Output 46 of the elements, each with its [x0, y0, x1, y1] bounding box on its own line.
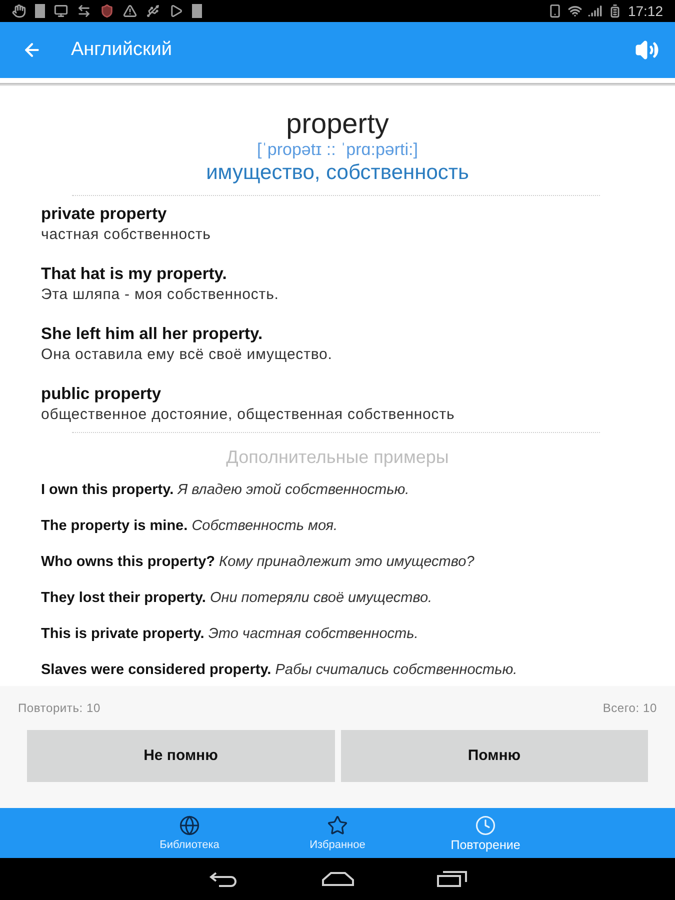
speaker-icon[interactable] — [635, 38, 659, 62]
phrase-translation: общественное достояние, общественная собственность — [41, 406, 456, 424]
example-sentence: Slaves were considered property. Рабы считались собственностью. — [41, 661, 518, 679]
transcription: [ˈpropətɪ :: ˈprɑ:pərti:] — [256, 140, 418, 160]
remember-button[interactable]: Помню — [340, 730, 648, 782]
phrase-text: public property — [41, 384, 162, 404]
phrase-translation: Эта шляпа - моя собственность. — [41, 286, 280, 304]
total-count: Всего: 10 — [602, 701, 657, 715]
example-sentence: This is private property. Это частная собственность. — [41, 625, 420, 643]
clock-icon — [475, 815, 496, 836]
wifi-icon — [568, 4, 582, 18]
star-icon — [327, 815, 348, 836]
nav-tab[interactable]: Избранное — [264, 808, 412, 858]
monitor-icon — [54, 4, 68, 18]
home-icon[interactable] — [322, 872, 354, 886]
hand-icon — [12, 4, 26, 18]
recent-apps-icon[interactable] — [436, 871, 466, 887]
phone-icon — [548, 4, 562, 18]
app-bar-title: Английский — [71, 38, 172, 62]
status-time: 17:12 — [628, 2, 663, 20]
usb-icon — [146, 4, 160, 18]
example-sentence: I own this property. Я владею этой собственностью. — [41, 481, 410, 499]
arrows-icon — [77, 4, 91, 18]
play-icon — [169, 4, 183, 18]
nav-tab[interactable]: Повторение — [412, 808, 560, 858]
example-sentence: Who owns this property? Кому принадлежит это имущество? — [41, 553, 476, 571]
phrase-text: That hat is my property. — [41, 264, 228, 284]
back-icon[interactable] — [208, 871, 238, 887]
example-sentence: They lost their property. Они потеряли своё имущество. — [41, 589, 434, 607]
phrase-text: She left him all her property. — [41, 324, 264, 344]
more-examples-heading: Дополнительные примеры — [226, 446, 449, 468]
shield-icon — [100, 4, 114, 18]
phrase-text: private property — [41, 204, 168, 224]
repeat-count: Повторить: 10 — [18, 701, 100, 715]
globe-icon — [179, 815, 200, 836]
nav-tab[interactable]: Библиотека — [116, 808, 264, 858]
forgot-button[interactable]: Не помню — [27, 730, 334, 782]
warning-icon — [123, 4, 137, 18]
headword: property — [286, 108, 389, 140]
card-icon — [192, 4, 202, 18]
signal-icon — [588, 4, 602, 18]
word-translation: имущество, собственность — [206, 161, 469, 185]
example-sentence: The property is mine. Собственность моя. — [41, 517, 338, 535]
phrase-translation: частная собственность — [41, 226, 212, 244]
phrase-translation: Она оставила ему всё своё имущество. — [41, 346, 334, 364]
card-icon — [35, 4, 45, 18]
